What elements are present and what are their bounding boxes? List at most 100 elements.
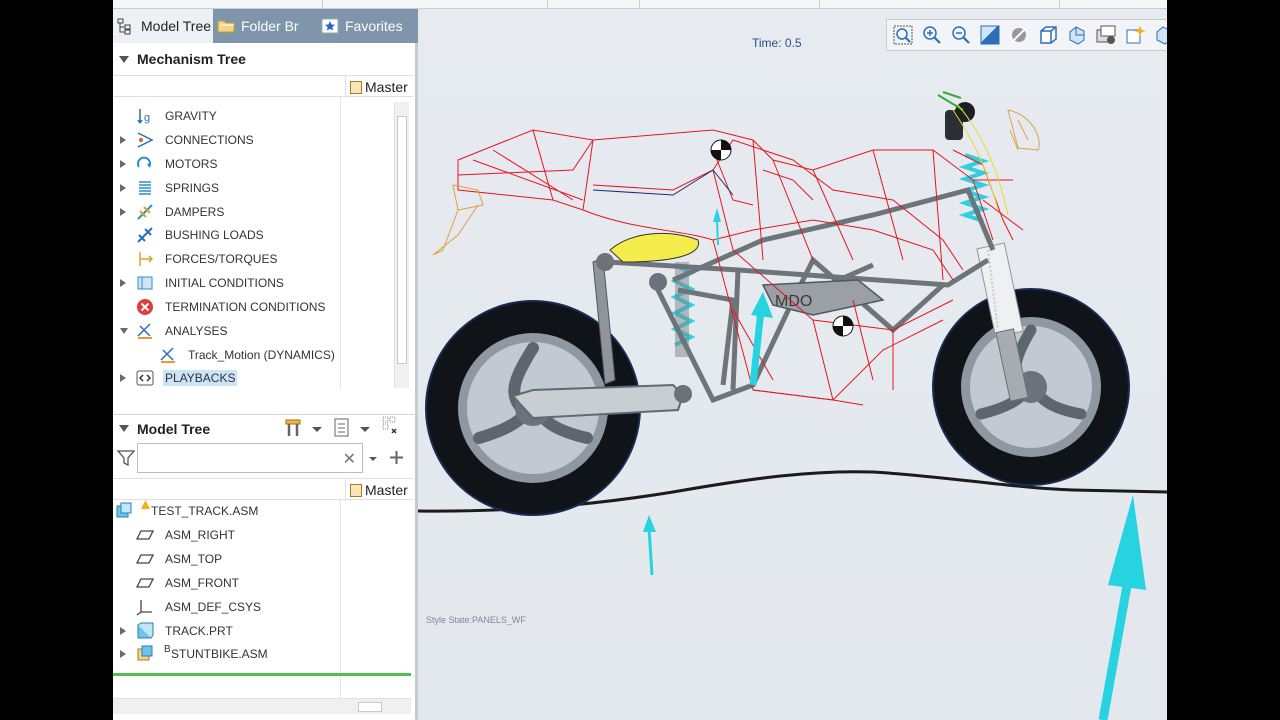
expand-arrow-icon[interactable] bbox=[120, 279, 126, 287]
motorcycle-scene[interactable]: MDO bbox=[418, 9, 1167, 720]
tab-model-tree[interactable]: Model Tree bbox=[113, 9, 213, 43]
tree-item-stuntbike-asm[interactable]: B STUNTBIKE.ASM bbox=[113, 642, 398, 666]
analysis-item-icon bbox=[160, 347, 175, 363]
connections-icon bbox=[137, 132, 154, 148]
tree-item-asm-top[interactable]: ASM_TOP bbox=[113, 547, 398, 571]
tab-folder-browser[interactable]: Folder Br bbox=[213, 9, 317, 43]
filter-icon[interactable] bbox=[117, 449, 135, 467]
mechanism-tree-header[interactable]: Mechanism Tree bbox=[113, 45, 418, 73]
tab-label: Folder Br bbox=[241, 18, 299, 34]
dropdown-arrow-icon[interactable] bbox=[307, 417, 327, 439]
tree-item-termination-conditions[interactable]: TERMINATION CONDITIONS bbox=[113, 295, 398, 319]
csys-icon bbox=[136, 600, 152, 616]
tree-item-label: ANALYSES bbox=[165, 324, 228, 338]
seat-outline bbox=[592, 169, 734, 196]
svg-text:g: g bbox=[144, 112, 150, 124]
expand-arrow-icon[interactable] bbox=[120, 208, 126, 216]
tree-item-label: TEST_TRACK.ASM bbox=[151, 504, 259, 518]
collapse-arrow-icon[interactable] bbox=[120, 328, 128, 334]
scrollbar-thumb[interactable] bbox=[358, 702, 382, 712]
model-tree-hscrollbar[interactable] bbox=[113, 698, 411, 714]
expand-arrow-icon[interactable] bbox=[120, 650, 126, 658]
navigator-tabs: Model Tree Folder Br Favorites bbox=[113, 9, 418, 43]
tree-item-analyses[interactable]: ANALYSES bbox=[113, 319, 398, 343]
tree-item-bushing-loads[interactable]: BUSHING LOADS bbox=[113, 223, 398, 247]
forces-torques-icon bbox=[139, 252, 154, 266]
analyses-icon bbox=[137, 323, 152, 339]
tree-item-asm-front[interactable]: ASM_FRONT bbox=[113, 571, 398, 595]
settings-tools-icon[interactable] bbox=[283, 417, 303, 439]
collapse-arrow-icon bbox=[119, 55, 129, 63]
gravity-icon: g bbox=[137, 109, 150, 124]
dropdown-arrow-icon[interactable] bbox=[355, 417, 375, 439]
expand-arrow-icon[interactable] bbox=[120, 184, 126, 192]
master-column[interactable]: Master bbox=[345, 479, 408, 501]
initial-conditions-icon bbox=[137, 276, 153, 290]
collapse-arrow-icon bbox=[119, 425, 129, 432]
tree-item-playbacks[interactable]: PLAYBACKS bbox=[113, 366, 398, 390]
mechanism-tree-scrollbar[interactable] bbox=[394, 102, 409, 388]
tree-item-connections[interactable]: CONNECTIONS bbox=[113, 128, 398, 152]
search-dropdown-icon[interactable] bbox=[367, 453, 379, 465]
part-icon bbox=[137, 622, 154, 639]
tree-item-motors[interactable]: MOTORS bbox=[113, 152, 398, 176]
tree-item-label: TRACK.PRT bbox=[165, 624, 233, 638]
datum-plane-icon bbox=[136, 554, 154, 564]
seat[interactable] bbox=[609, 232, 699, 263]
motors-icon bbox=[137, 156, 151, 168]
tree-item-label: MOTORS bbox=[165, 157, 218, 171]
tree-item-track-motion[interactable]: Track_Motion (DYNAMICS) bbox=[113, 343, 398, 367]
dampers-icon bbox=[137, 204, 153, 220]
tree-item-forces-torques[interactable]: FORCES/TORQUES bbox=[113, 247, 398, 271]
tree-item-dampers[interactable]: DAMPERS bbox=[113, 200, 398, 224]
tree-item-asm-def-csys[interactable]: ASM_DEF_CSYS bbox=[113, 595, 398, 619]
tree-item-springs[interactable]: SPRINGS bbox=[113, 176, 398, 200]
datum-plane-icon bbox=[136, 530, 154, 540]
show-list-icon[interactable] bbox=[332, 417, 352, 439]
tree-item-label: SPRINGS bbox=[165, 181, 220, 195]
tree-item-test-track-asm[interactable]: TEST_TRACK.ASM bbox=[113, 499, 398, 523]
master-column[interactable]: Master bbox=[345, 76, 408, 98]
bushing-loads-icon bbox=[137, 227, 153, 243]
mechanism-tree-column-header: Master bbox=[113, 75, 413, 98]
ribbon-separator bbox=[1059, 0, 1060, 9]
expand-arrow-icon[interactable] bbox=[120, 374, 126, 382]
master-column-icon bbox=[350, 80, 362, 94]
model-tree-search-input[interactable]: ✕ bbox=[137, 443, 363, 473]
tree-item-label: ASM_RIGHT bbox=[165, 528, 236, 542]
front-wheel[interactable] bbox=[932, 288, 1130, 486]
master-column-icon bbox=[350, 483, 362, 497]
section-title: Model Tree bbox=[137, 420, 211, 437]
tree-item-label: PLAYBACKS bbox=[163, 370, 238, 386]
section-title: Mechanism Tree bbox=[137, 51, 246, 67]
graphics-viewport[interactable]: Time: 0.5 Style State:PANELS_WF MDO bbox=[418, 9, 1167, 720]
tree-item-label: ASM_TOP bbox=[165, 552, 223, 566]
tree-item-label: Track_Motion (DYNAMICS) bbox=[188, 348, 335, 362]
tree-item-track-prt[interactable]: TRACK.PRT bbox=[113, 619, 398, 643]
expand-arrow-icon[interactable] bbox=[120, 627, 126, 635]
tab-favorites[interactable]: Favorites bbox=[317, 9, 418, 43]
expand-arrow-icon[interactable] bbox=[120, 136, 126, 144]
datum-plane-icon bbox=[136, 578, 154, 588]
tree-item-label: CONNECTIONS bbox=[165, 133, 254, 147]
tree-item-label: TERMINATION CONDITIONS bbox=[165, 300, 326, 314]
model-tree-icon bbox=[117, 18, 131, 35]
springs-icon bbox=[139, 181, 151, 195]
scrollbar-thumb[interactable] bbox=[397, 116, 407, 364]
ribbon-separator bbox=[639, 0, 640, 9]
add-filter-icon[interactable] bbox=[389, 450, 404, 465]
clear-search-icon[interactable]: ✕ bbox=[343, 449, 356, 469]
column-filter-icon[interactable] bbox=[381, 415, 401, 437]
tree-item-asm-right[interactable]: ASM_RIGHT bbox=[113, 523, 398, 547]
tree-item-prefix: B bbox=[164, 644, 171, 655]
center-of-mass-marker bbox=[832, 315, 854, 337]
expand-arrow-icon[interactable] bbox=[120, 160, 126, 168]
tree-item-label: GRAVITY bbox=[165, 109, 217, 123]
tree-item-initial-conditions[interactable]: INITIAL CONDITIONS bbox=[113, 271, 398, 295]
ribbon-strip bbox=[113, 0, 1167, 9]
tree-item-gravity[interactable]: g GRAVITY bbox=[113, 104, 398, 128]
tab-label: Favorites bbox=[345, 18, 403, 34]
assembly-icon bbox=[116, 502, 132, 518]
center-of-mass-marker bbox=[710, 139, 732, 161]
column-label: Master bbox=[365, 79, 408, 95]
